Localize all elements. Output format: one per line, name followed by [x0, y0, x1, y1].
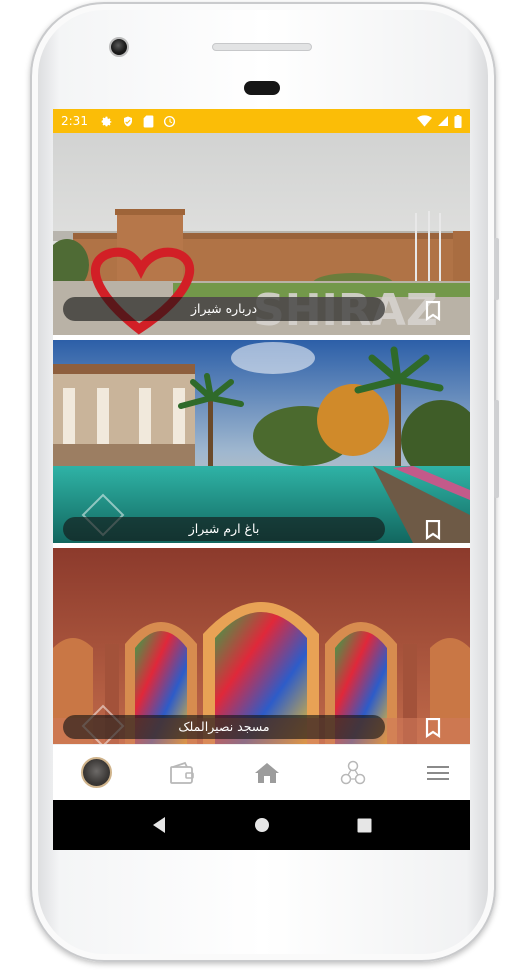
front-camera	[109, 37, 129, 57]
shield-icon	[123, 116, 132, 126]
card-title: مسجد نصیرالملک	[63, 715, 385, 739]
profile-avatar	[80, 757, 112, 788]
status-bar: 2:31	[53, 109, 470, 133]
gear-icon	[101, 116, 112, 126]
battery-icon	[454, 114, 462, 128]
status-time: 2:31	[61, 114, 88, 128]
network-icon	[340, 760, 365, 784]
bookmark-icon[interactable]	[425, 520, 441, 540]
status-right	[417, 114, 462, 128]
wifi-icon	[417, 115, 432, 127]
home-circle-icon[interactable]	[254, 817, 270, 833]
card-nasir-ol-molk[interactable]: مسجد نصیرالملک	[53, 548, 470, 744]
nav-wallet[interactable]	[166, 757, 198, 789]
volume-button	[494, 400, 499, 498]
app-screen: 2:31 درباره شیراز باغ ارم شیراز مسجد نصی…	[53, 109, 470, 850]
eram-garden-photo	[53, 340, 470, 543]
back-icon[interactable]	[151, 816, 167, 834]
cell-signal-icon	[438, 116, 448, 126]
recents-icon[interactable]	[357, 818, 372, 833]
nav-profile[interactable]	[80, 757, 112, 789]
wallet-icon	[169, 761, 194, 784]
proximity-sensor	[244, 81, 280, 95]
card-title: درباره شیراز	[63, 297, 385, 321]
status-icons	[100, 115, 176, 128]
sync-icon	[163, 115, 176, 127]
card-eram-garden[interactable]: باغ ارم شیراز	[53, 340, 470, 543]
system-navigation-bar	[53, 800, 470, 850]
card-about-shiraz[interactable]: SHIRAZ درباره شیراز	[53, 133, 470, 335]
nav-menu[interactable]	[422, 757, 454, 789]
sd-card-icon	[143, 115, 154, 127]
bookmark-icon[interactable]	[425, 301, 441, 321]
bookmark-icon[interactable]	[425, 718, 441, 738]
earpiece	[212, 43, 312, 51]
nav-network[interactable]	[337, 757, 369, 789]
card-title: باغ ارم شیراز	[63, 517, 385, 541]
home-icon	[255, 762, 279, 783]
menu-icon	[427, 765, 449, 780]
nav-home[interactable]	[251, 757, 283, 789]
power-button	[494, 238, 499, 300]
bottom-navigation	[53, 744, 470, 800]
